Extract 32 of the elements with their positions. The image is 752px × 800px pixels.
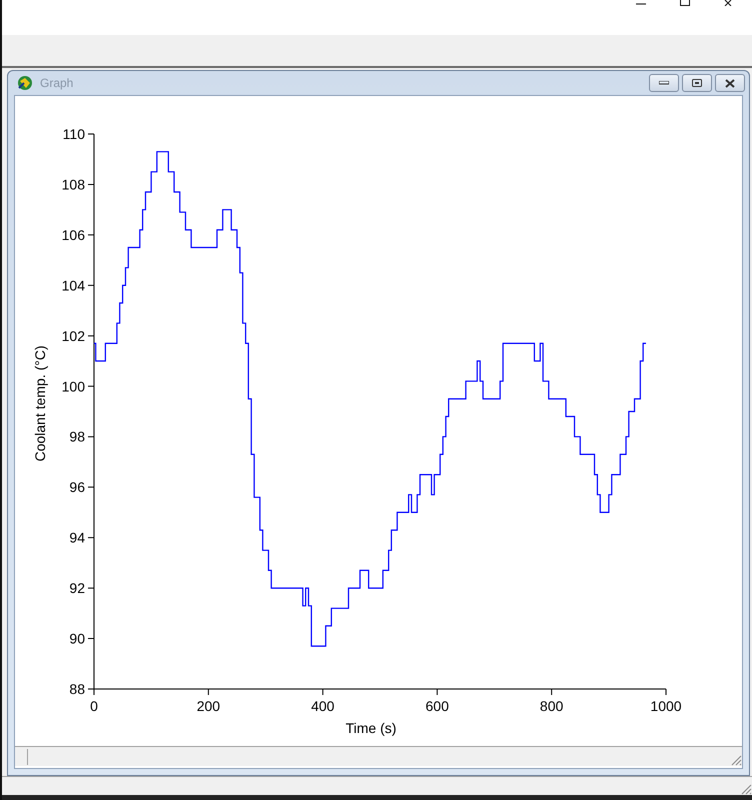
tick-label: 90 (69, 630, 85, 647)
tick-label: 88 (69, 681, 85, 697)
tick-label: 100 (62, 378, 85, 394)
tick-label: 200 (196, 698, 220, 714)
tick-label: 1000 (650, 698, 682, 714)
resize-grip-icon[interactable] (740, 783, 752, 795)
close-button[interactable] (715, 74, 745, 92)
restore-icon (692, 79, 702, 87)
tick-label: 92 (69, 580, 85, 596)
tick-label: 104 (62, 277, 85, 294)
y-axis-label: Coolant temp. (°C) (32, 345, 48, 462)
tick-label: 800 (540, 698, 564, 714)
tick-label: 102 (62, 328, 85, 344)
restore-button[interactable] (682, 74, 712, 92)
resize-grip-icon[interactable] (730, 754, 742, 766)
tick-label: 0 (90, 698, 98, 714)
window-title: Graph (40, 76, 74, 90)
tick-label: 96 (69, 479, 85, 496)
tick-label: 108 (62, 176, 85, 192)
tick-label: 94 (69, 530, 85, 546)
close-icon[interactable] (724, 0, 734, 6)
x-axis-label: Time (s) (346, 720, 396, 736)
close-icon (725, 78, 735, 88)
maximize-icon[interactable] (680, 0, 690, 6)
tick-label: 600 (426, 698, 449, 714)
app-icon (16, 74, 34, 92)
tick-label: 400 (311, 698, 334, 714)
tick-label: 106 (62, 226, 85, 243)
tick-label: 98 (69, 428, 85, 445)
minimize-button[interactable] (649, 74, 679, 92)
tick-label: 110 (62, 126, 85, 142)
minimize-icon (659, 81, 669, 85)
